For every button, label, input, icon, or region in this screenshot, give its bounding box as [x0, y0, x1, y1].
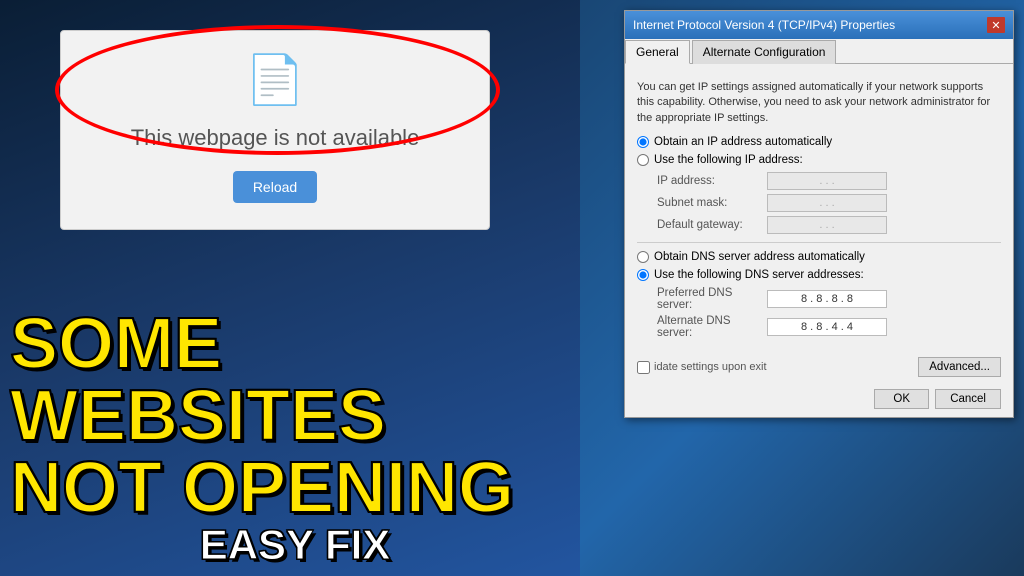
info-text: You can get IP settings assigned automat…	[637, 80, 1001, 126]
preferred-dns-row: Preferred DNS server:	[637, 287, 1001, 311]
overlay-line4: EASY FIX	[10, 524, 580, 566]
preferred-dns-input[interactable]	[767, 290, 887, 308]
preferred-dns-label: Preferred DNS server:	[657, 287, 767, 311]
ip-address-label: IP address:	[657, 175, 767, 187]
dns-section: Obtain DNS server address automatically …	[637, 251, 1001, 339]
obtain-ip-auto-label: Obtain an IP address automatically	[654, 136, 832, 148]
cancel-button[interactable]: Cancel	[935, 389, 1001, 409]
default-gateway-row: Default gateway:	[637, 216, 1001, 234]
overlay-line3: NOT OPENING	[10, 452, 580, 524]
validate-text: idate settings upon exit	[654, 361, 767, 373]
tab-general[interactable]: General	[625, 40, 690, 64]
alternate-dns-label: Alternate DNS server:	[657, 315, 767, 339]
dialog-footer: idate settings upon exit Advanced...	[625, 351, 1013, 385]
error-message: This webpage is not available	[131, 125, 420, 151]
ok-button[interactable]: OK	[874, 389, 929, 409]
obtain-dns-auto-row: Obtain DNS server address automatically	[637, 251, 1001, 263]
file-icon: 📄	[245, 57, 305, 105]
dialog-title: Internet Protocol Version 4 (TCP/IPv4) P…	[633, 18, 895, 32]
use-following-ip-row: Use the following IP address:	[637, 154, 1001, 166]
default-gateway-label: Default gateway:	[657, 219, 767, 231]
close-button[interactable]: ✕	[987, 17, 1005, 33]
advanced-button[interactable]: Advanced...	[918, 357, 1001, 377]
divider	[637, 242, 1001, 243]
obtain-dns-auto-label: Obtain DNS server address automatically	[654, 251, 865, 263]
alternate-dns-input[interactable]	[767, 318, 887, 336]
ok-cancel-row: OK Cancel	[625, 385, 1013, 417]
validate-checkbox[interactable]	[637, 361, 650, 374]
overlay-line1: SOME	[10, 308, 580, 380]
subnet-mask-input[interactable]	[767, 194, 887, 212]
use-following-ip-radio[interactable]	[637, 154, 649, 166]
browser-error-mockup: 📄 This webpage is not available Reload	[60, 30, 490, 230]
default-gateway-input[interactable]	[767, 216, 887, 234]
dialog-titlebar: Internet Protocol Version 4 (TCP/IPv4) P…	[625, 11, 1013, 39]
use-following-dns-radio[interactable]	[637, 269, 649, 281]
overlay-line2: WEBSITES	[10, 380, 580, 452]
tab-alternate-configuration[interactable]: Alternate Configuration	[692, 40, 837, 64]
alternate-dns-row: Alternate DNS server:	[637, 315, 1001, 339]
ip-address-input[interactable]	[767, 172, 887, 190]
dialog-body: You can get IP settings assigned automat…	[625, 72, 1013, 351]
subnet-mask-row: Subnet mask:	[637, 194, 1001, 212]
ip-address-row: IP address:	[637, 172, 1001, 190]
reload-button[interactable]: Reload	[233, 171, 317, 203]
left-panel: 📄 This webpage is not available Reload S…	[0, 0, 580, 576]
use-following-dns-row: Use the following DNS server addresses:	[637, 269, 1001, 281]
obtain-dns-auto-radio[interactable]	[637, 251, 649, 263]
use-following-dns-label: Use the following DNS server addresses:	[654, 269, 864, 281]
dialog-tabs: General Alternate Configuration	[625, 39, 1013, 64]
use-following-ip-label: Use the following IP address:	[654, 154, 803, 166]
obtain-ip-auto-radio[interactable]	[637, 136, 649, 148]
obtain-ip-auto-row: Obtain an IP address automatically	[637, 136, 1001, 148]
ipv4-properties-dialog: Internet Protocol Version 4 (TCP/IPv4) P…	[624, 10, 1014, 418]
overlay-text: SOME WEBSITES NOT OPENING EASY FIX	[10, 308, 580, 566]
validate-row: idate settings upon exit	[637, 361, 767, 374]
subnet-mask-label: Subnet mask:	[657, 197, 767, 209]
